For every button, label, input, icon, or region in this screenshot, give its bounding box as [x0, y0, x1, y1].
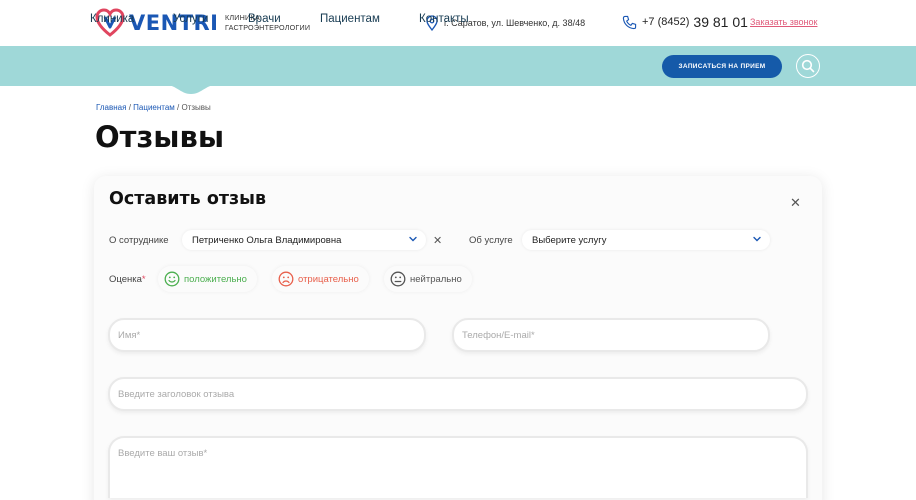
rating-positive-label: положительно [184, 273, 247, 285]
nav-item-patients[interactable]: Пациентам [320, 13, 380, 25]
contact-input[interactable] [452, 318, 770, 352]
rating-negative-option[interactable]: отрицательно [272, 266, 369, 292]
page-title: Отзывы [95, 120, 225, 154]
chevron-down-icon [409, 236, 417, 242]
rating-positive-option[interactable]: положительно [158, 266, 257, 292]
breadcrumb: Главная / Пациентам / Отзывы [96, 103, 211, 112]
rating-neutral-label: нейтрально [410, 273, 462, 285]
chevron-down-icon [753, 236, 761, 242]
review-form-title: Оставить отзыв [109, 189, 267, 209]
employee-label: О сотруднике [109, 235, 169, 246]
employee-select-value: Петриченко Ольга Владимировна [192, 234, 342, 246]
phone-icon [622, 15, 637, 29]
service-select-value: Выберите услугу [532, 234, 607, 246]
clear-icon[interactable]: ✕ [433, 234, 442, 247]
rating-neutral-option[interactable]: нейтрально [384, 266, 472, 292]
rating-label-text: Оценка [109, 274, 142, 285]
required-mark: * [141, 274, 146, 285]
employee-select[interactable]: Петриченко Ольга Владимировна [182, 230, 426, 250]
search-button[interactable] [796, 54, 820, 78]
breadcrumb-separator: / [177, 103, 180, 112]
callback-link[interactable]: Заказать звонок [750, 17, 817, 27]
breadcrumb-patients[interactable]: Пациентам [133, 103, 175, 112]
search-icon [801, 59, 815, 73]
nav-item-doctors[interactable]: Врачи [248, 13, 281, 25]
breadcrumb-home[interactable]: Главная [96, 103, 126, 112]
rating-label: Оценка* [109, 274, 146, 285]
phone-prefix: +7 (8452) [642, 16, 690, 28]
book-appointment-button[interactable]: ЗАПИСАТЬСЯ НА ПРИЕМ [662, 55, 782, 78]
service-label: Об услуге [469, 235, 513, 246]
nav-item-services[interactable]: Услуги [173, 13, 208, 25]
phone[interactable]: +7 (8452) 39 81 01 [622, 14, 748, 30]
breadcrumb-current: Отзывы [181, 103, 211, 112]
name-input[interactable] [108, 318, 426, 352]
nav-active-notch [162, 84, 220, 94]
phone-number: 39 81 01 [693, 14, 748, 30]
review-subject-input[interactable] [108, 377, 808, 411]
close-icon[interactable]: ✕ [790, 195, 801, 211]
review-text-input[interactable] [108, 436, 808, 498]
nav-item-contacts[interactable]: Контакты [419, 13, 469, 25]
smile-icon [164, 271, 180, 287]
rating-negative-label: отрицательно [298, 273, 359, 285]
service-select[interactable]: Выберите услугу [522, 230, 770, 250]
neutral-face-icon [390, 271, 406, 287]
nav-item-clinic[interactable]: Клиника [90, 13, 134, 25]
breadcrumb-separator: / [128, 103, 131, 112]
frown-icon [278, 271, 294, 287]
